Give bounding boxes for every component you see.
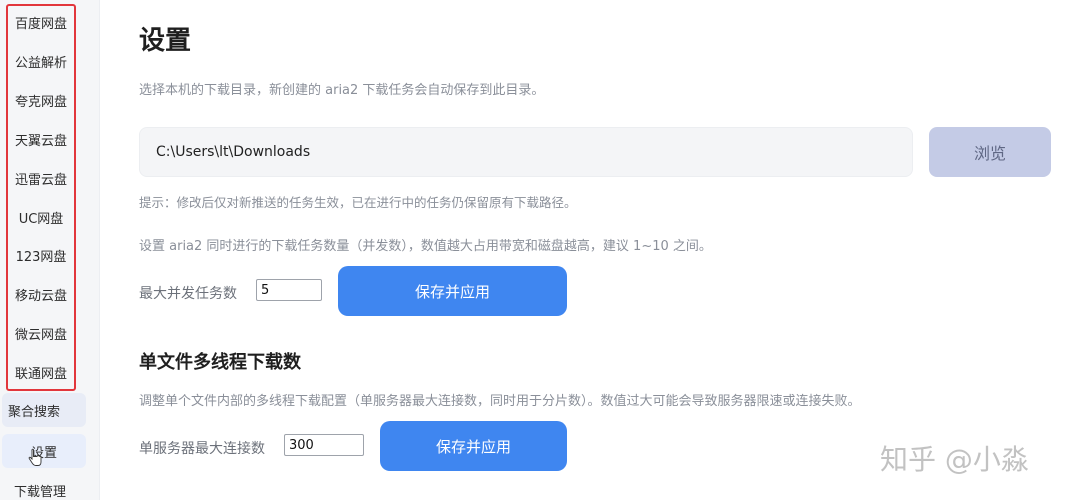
watermark-text: 知乎 @小淼 — [880, 443, 1029, 476]
sidebar-item-unicom-pan[interactable]: 联通网盘 — [8, 358, 74, 386]
multithread-section-title: 单文件多线程下载数 — [139, 352, 301, 373]
sidebar-item-123-pan[interactable]: 123网盘 — [8, 241, 74, 269]
max-connections-label: 单服务器最大连接数 — [139, 441, 265, 457]
app-window: 百度网盘 公益解析 夸克网盘 天翼云盘 迅雷云盘 UC网盘 123网盘 移动云盘… — [0, 0, 1074, 500]
sidebar-item-quark-pan[interactable]: 夸克网盘 — [8, 86, 74, 114]
settings-panel: 设置 选择本机的下载目录，新创建的 aria2 下载任务会自动保存到此目录。 浏… — [104, 0, 1074, 500]
multithread-description: 调整单个文件内部的多线程下载配置（单服务器最大连接数，同时用于分片数）。数值过大… — [139, 394, 861, 409]
sidebar-item-aggregate-search[interactable]: 聚合搜索 — [2, 393, 86, 427]
save-concurrency-button[interactable]: 保存并应用 — [338, 266, 567, 316]
max-concurrent-tasks-label: 最大并发任务数 — [139, 286, 237, 302]
sidebar-item-mobile-cloud[interactable]: 移动云盘 — [8, 280, 74, 308]
concurrency-description: 设置 aria2 同时进行的下载任务数量（并发数），数值越大占用带宽和磁盘越高，… — [139, 239, 712, 254]
max-connections-input[interactable] — [284, 434, 364, 456]
page-title: 设置 — [139, 26, 192, 56]
sidebar-item-settings[interactable]: 设置 — [2, 434, 86, 468]
sidebar-item-weiyun-pan[interactable]: 微云网盘 — [8, 319, 74, 347]
sidebar-item-xunlei-cloud[interactable]: 迅雷云盘 — [8, 164, 74, 192]
max-concurrent-tasks-input[interactable] — [256, 279, 322, 301]
hand-cursor-icon — [28, 448, 42, 466]
browse-button[interactable]: 浏览 — [929, 127, 1051, 177]
sidebar-item-baidu-pan[interactable]: 百度网盘 — [8, 8, 74, 36]
sidebar: 百度网盘 公益解析 夸克网盘 天翼云盘 迅雷云盘 UC网盘 123网盘 移动云盘… — [0, 0, 100, 500]
save-connections-button[interactable]: 保存并应用 — [380, 421, 567, 471]
download-dir-input[interactable] — [139, 127, 913, 177]
download-dir-description: 选择本机的下载目录，新创建的 aria2 下载任务会自动保存到此目录。 — [139, 83, 545, 98]
download-dir-hint: 提示：修改后仅对新推送的任务生效，已在进行中的任务仍保留原有下载路径。 — [139, 195, 577, 210]
sidebar-item-tianyi-cloud[interactable]: 天翼云盘 — [8, 125, 74, 153]
sidebar-item-public-parse[interactable]: 公益解析 — [8, 47, 74, 75]
sidebar-item-uc-pan[interactable]: UC网盘 — [8, 203, 74, 231]
sidebar-item-download-manager[interactable]: 下载管理 — [8, 476, 74, 500]
